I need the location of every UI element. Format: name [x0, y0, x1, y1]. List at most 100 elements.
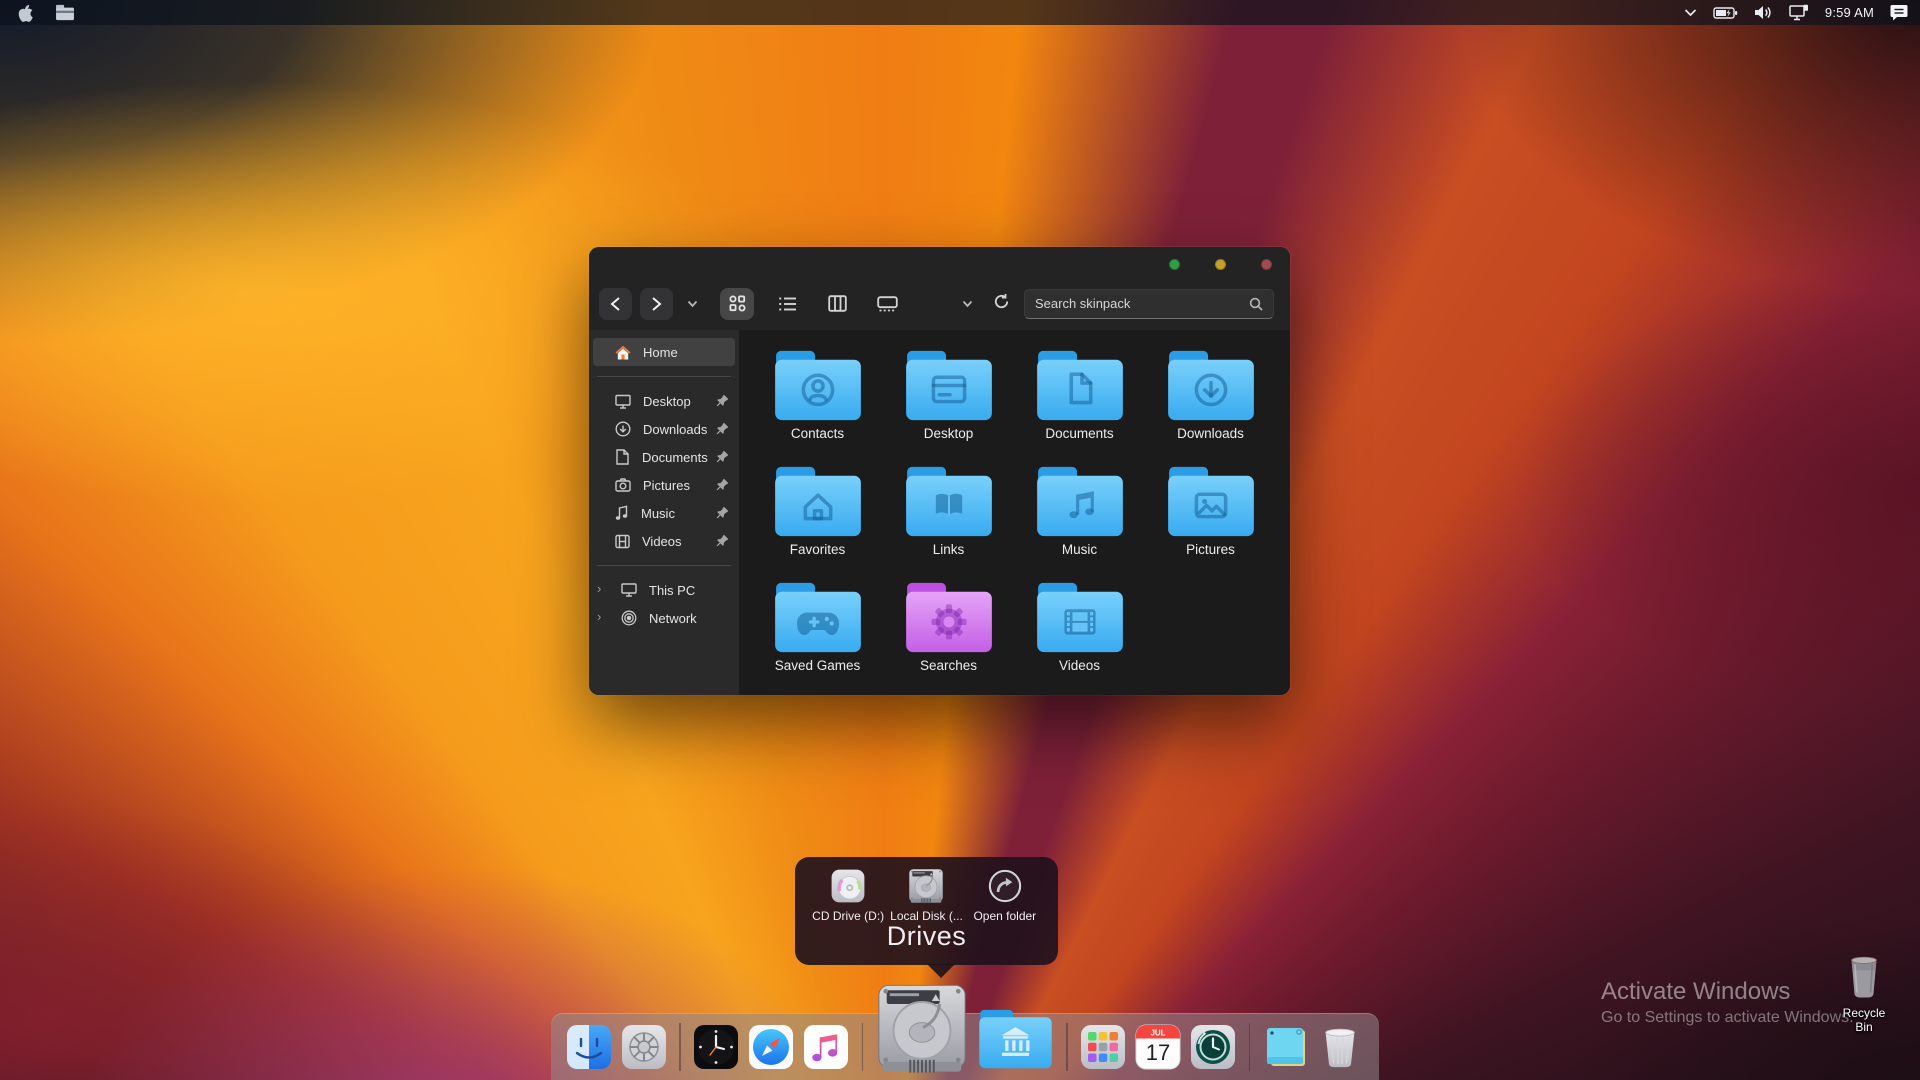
- network-icon: [621, 610, 637, 626]
- calendar-month-text: JUL: [1150, 1029, 1165, 1038]
- pin-icon[interactable]: [716, 394, 729, 407]
- sidebar-divider: [597, 565, 731, 566]
- traffic-light-red[interactable]: [1261, 259, 1272, 270]
- music-dock-icon[interactable]: [803, 1024, 849, 1070]
- volume-icon[interactable]: [1754, 5, 1773, 20]
- local-disk-icon: [907, 867, 945, 905]
- folder-tile-music[interactable]: Music: [1014, 464, 1145, 580]
- finder-dock-icon[interactable]: [566, 1024, 612, 1070]
- traffic-light-yellow[interactable]: [1215, 259, 1226, 270]
- folder-label: Desktop: [924, 426, 974, 441]
- trash-dock-icon[interactable]: [1318, 1024, 1362, 1070]
- explorer-folder-icon[interactable]: [55, 4, 75, 21]
- forward-button[interactable]: [640, 288, 673, 320]
- view-list-button[interactable]: [770, 288, 804, 320]
- videos-icon: [615, 534, 630, 549]
- file-explorer-window: Search skinpack Home: [589, 247, 1290, 695]
- view-columns-button[interactable]: [820, 288, 854, 320]
- sidebar-item-videos[interactable]: Videos: [589, 527, 739, 555]
- launchpad-dock-icon[interactable]: [1080, 1024, 1126, 1070]
- apple-icon[interactable]: [16, 3, 33, 23]
- drive-item-cd[interactable]: CD Drive (D:): [809, 867, 887, 923]
- dock-separator: [1066, 1023, 1068, 1071]
- folder-grid: Contacts Desktop Documents: [739, 330, 1290, 695]
- folder-tile-contacts[interactable]: Contacts: [752, 348, 883, 464]
- folder-tile-documents[interactable]: Documents: [1014, 348, 1145, 464]
- settings-dock-icon[interactable]: [621, 1024, 667, 1070]
- expand-chevron-icon[interactable]: ›: [597, 609, 601, 624]
- drives-popup: CD Drive (D:) Local Disk (... Open folde…: [795, 857, 1058, 965]
- expand-chevron-icon[interactable]: ›: [597, 581, 601, 596]
- cd-drive-icon: [829, 867, 867, 905]
- battery-icon[interactable]: [1713, 6, 1738, 20]
- window-titlebar[interactable]: [589, 247, 1290, 283]
- sidebar-item-this-pc[interactable]: › This PC: [589, 576, 739, 604]
- folder-tile-saved-games[interactable]: Saved Games: [752, 580, 883, 695]
- search-placeholder: Search skinpack: [1035, 296, 1241, 311]
- sidebar-item-label: This PC: [649, 583, 695, 598]
- calendar-dock-icon[interactable]: JUL 17: [1135, 1024, 1181, 1070]
- hard-drive-dock-icon[interactable]: [873, 981, 971, 1076]
- pin-icon[interactable]: [716, 534, 729, 547]
- sidebar-item-label: Desktop: [643, 394, 691, 409]
- clock-dock-icon[interactable]: [693, 1024, 739, 1070]
- safari-dock-icon[interactable]: [748, 1024, 794, 1070]
- sidebar: Home Desktop Downloads: [589, 330, 739, 695]
- folder-label: Searches: [920, 658, 977, 673]
- sidebar-item-downloads[interactable]: Downloads: [589, 415, 739, 443]
- traffic-light-green[interactable]: [1169, 259, 1180, 270]
- sidebar-item-home[interactable]: Home: [593, 338, 735, 366]
- nav-history-chevron-icon[interactable]: [687, 300, 698, 308]
- folder-tile-links[interactable]: Links: [883, 464, 1014, 580]
- sidebar-item-documents[interactable]: Documents: [589, 443, 739, 471]
- stickies-dock-icon[interactable]: [1263, 1024, 1309, 1070]
- sidebar-item-label: Music: [641, 506, 675, 521]
- folder-label: Documents: [1045, 426, 1113, 441]
- folder-label: Favorites: [790, 542, 846, 557]
- bank-folder-dock-icon[interactable]: [976, 1007, 1055, 1072]
- sidebar-item-label: Pictures: [643, 478, 690, 493]
- pin-icon[interactable]: [716, 450, 729, 463]
- window-toolbar: Search skinpack: [589, 283, 1290, 330]
- sidebar-item-label: Network: [649, 611, 697, 626]
- clock-text[interactable]: 9:59 AM: [1825, 5, 1874, 20]
- documents-icon: [615, 449, 630, 465]
- tray-chevron-icon[interactable]: [1684, 8, 1697, 17]
- search-input[interactable]: Search skinpack: [1024, 289, 1274, 319]
- this-pc-icon: [621, 583, 637, 597]
- folder-tile-searches[interactable]: Searches: [883, 580, 1014, 695]
- network-icon[interactable]: [1789, 4, 1809, 21]
- sidebar-item-network[interactable]: › Network: [589, 604, 739, 632]
- sidebar-item-pictures[interactable]: Pictures: [589, 471, 739, 499]
- favorites-folder-icon: [771, 464, 865, 540]
- drive-item-label: CD Drive (D:): [812, 909, 884, 923]
- folder-tile-desktop[interactable]: Desktop: [883, 348, 1014, 464]
- downloads-icon: [615, 421, 631, 437]
- pin-icon[interactable]: [716, 506, 729, 519]
- recycle-bin[interactable]: Recycle Bin: [1834, 952, 1894, 1034]
- recycle-bin-label: Recycle Bin: [1834, 1006, 1894, 1034]
- folder-tile-videos[interactable]: Videos: [1014, 580, 1145, 695]
- open-folder-icon: [986, 867, 1024, 905]
- sidebar-item-music[interactable]: Music: [589, 499, 739, 527]
- folder-tile-downloads[interactable]: Downloads: [1145, 348, 1276, 464]
- back-button[interactable]: [599, 288, 632, 320]
- contacts-folder-icon: [771, 348, 865, 424]
- pin-icon[interactable]: [716, 422, 729, 435]
- action-center-icon[interactable]: [1890, 4, 1908, 21]
- dock-separator: [679, 1023, 681, 1071]
- refresh-icon[interactable]: [993, 293, 1010, 315]
- folder-tile-favorites[interactable]: Favorites: [752, 464, 883, 580]
- folder-tile-pictures[interactable]: Pictures: [1145, 464, 1276, 580]
- drives-popup-title: Drives: [795, 921, 1058, 952]
- time-machine-dock-icon[interactable]: [1190, 1024, 1236, 1070]
- folder-label: Downloads: [1177, 426, 1244, 441]
- view-grid-button[interactable]: [720, 288, 754, 320]
- pin-icon[interactable]: [716, 478, 729, 491]
- drive-item-open-folder[interactable]: Open folder: [966, 867, 1044, 923]
- drive-item-local-disk[interactable]: Local Disk (...: [887, 867, 965, 923]
- search-options-chevron-icon[interactable]: [962, 300, 973, 308]
- pictures-folder-icon: [1164, 464, 1258, 540]
- view-gallery-button[interactable]: [870, 288, 904, 320]
- sidebar-item-desktop[interactable]: Desktop: [589, 387, 739, 415]
